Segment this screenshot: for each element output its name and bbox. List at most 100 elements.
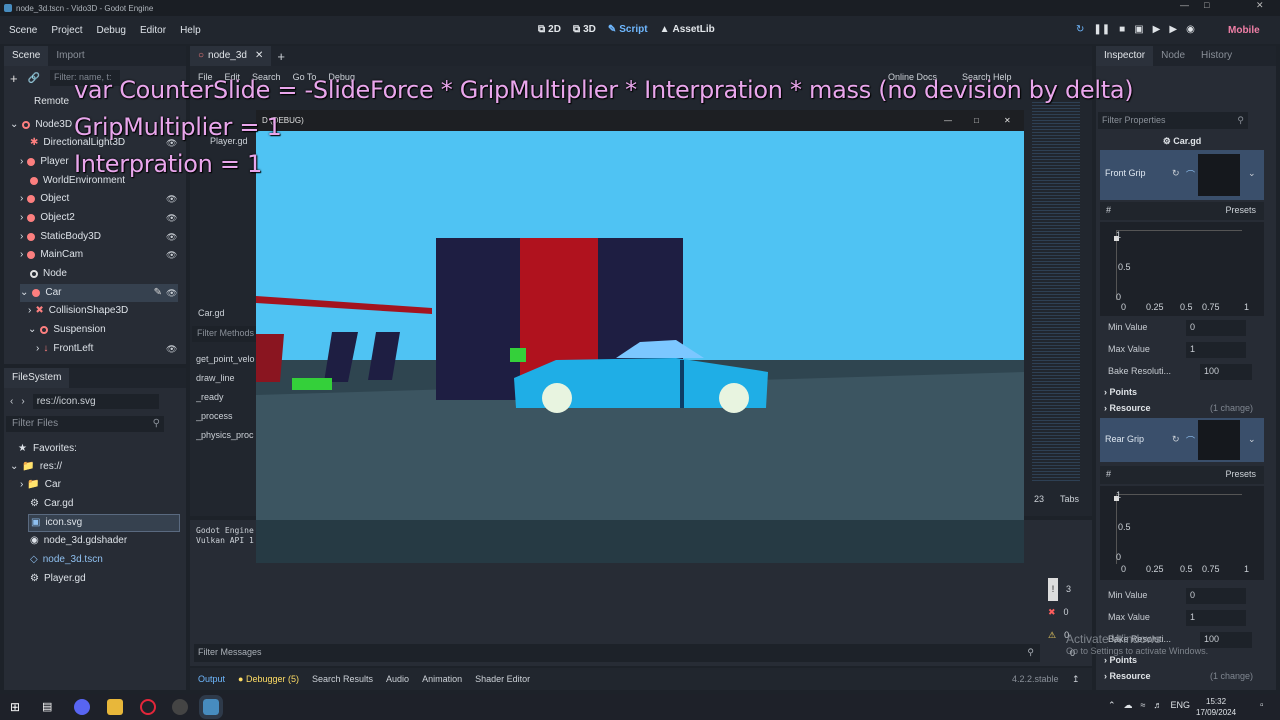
- pause-icon[interactable]: ❚❚: [1093, 24, 1110, 35]
- opera-icon[interactable]: [140, 699, 156, 715]
- pin-icon[interactable]: ↥: [1072, 674, 1080, 685]
- fs-favorites[interactable]: ★ Favorites:: [18, 440, 77, 458]
- indent-mode-label[interactable]: Tabs: [1060, 494, 1079, 504]
- bottom-tab-search-results[interactable]: Search Results: [312, 674, 373, 684]
- menu-debug[interactable]: Debug: [89, 25, 132, 36]
- filter-methods-input[interactable]: Filter Methods: [192, 326, 256, 342]
- fs-item-res[interactable]: ⌄ 📁 res://: [10, 458, 62, 476]
- menu-help[interactable]: Help: [173, 25, 208, 36]
- curve-preview[interactable]: [1198, 154, 1240, 196]
- close-window-button[interactable]: ✕: [1256, 0, 1264, 11]
- volume-icon[interactable]: ♬: [1154, 700, 1163, 711]
- max-value-field[interactable]: 1: [1186, 610, 1246, 626]
- chevron-down-icon[interactable]: ⌄: [1248, 434, 1256, 445]
- godot-icon[interactable]: [199, 695, 223, 719]
- tab-inspector[interactable]: Inspector: [1096, 46, 1154, 66]
- workspace-assetlib-button[interactable]: ▲ AssetLib: [660, 24, 715, 35]
- tree-node-suspension[interactable]: ⌄ Suspension: [28, 321, 178, 339]
- maximize-button[interactable]: □: [974, 116, 979, 125]
- menu-scene[interactable]: Scene: [2, 25, 44, 36]
- maximize-button[interactable]: □: [1204, 0, 1209, 10]
- fs-item-car-folder[interactable]: › 📁 Car: [20, 476, 61, 494]
- points-subsection[interactable]: › Points: [1104, 387, 1137, 397]
- language-indicator[interactable]: ENG: [1171, 700, 1191, 711]
- tree-node-object2[interactable]: › Object2 👁: [20, 209, 178, 227]
- curve-editor[interactable]: 1 0.5 0 0 0.25 0.5 0.75 1: [1100, 486, 1264, 580]
- workspace-3d-button[interactable]: ⧉ 3D: [573, 24, 596, 35]
- cloud-icon[interactable]: ☁: [1124, 700, 1133, 711]
- fs-item-icon-svg[interactable]: ▣ icon.svg: [28, 514, 180, 532]
- resource-subsection[interactable]: › Resource: [1104, 671, 1151, 681]
- chevron-down-icon[interactable]: ⌄: [1248, 168, 1256, 179]
- scene-tab[interactable]: ○ node_3d ✕: [190, 46, 272, 66]
- wifi-icon[interactable]: ≈: [1141, 700, 1146, 711]
- visibility-eye-icon[interactable]: 👁: [166, 340, 178, 358]
- tree-node-staticbody3d[interactable]: › StaticBody3D 👁: [20, 228, 178, 246]
- method-item[interactable]: draw_line: [196, 369, 256, 388]
- bottom-tab-output[interactable]: Output: [198, 674, 225, 684]
- message-count[interactable]: ! 3: [1048, 578, 1071, 601]
- chevron-up-icon[interactable]: ⌃: [1108, 700, 1116, 711]
- filter-properties-input[interactable]: Filter Properties ⚲: [1098, 112, 1248, 129]
- stop-icon[interactable]: ■: [1119, 24, 1125, 35]
- add-scene-tab-icon[interactable]: +: [277, 49, 285, 64]
- min-value-field[interactable]: 0: [1186, 320, 1246, 336]
- tree-node-node[interactable]: Node: [30, 265, 178, 283]
- fs-item-shader[interactable]: ◉ node_3d.gdshader: [30, 532, 127, 550]
- tab-node[interactable]: Node: [1153, 46, 1193, 66]
- visibility-eye-icon[interactable]: 👁: [166, 246, 178, 264]
- tab-history[interactable]: History: [1193, 46, 1240, 66]
- curve-editor[interactable]: 1 0.5 0 0 0.25 0.5 0.75 1: [1100, 222, 1264, 316]
- tab-import[interactable]: Import: [48, 46, 92, 66]
- close-tab-icon[interactable]: ✕: [255, 50, 263, 61]
- game-viewport[interactable]: [256, 110, 1024, 563]
- min-value-field[interactable]: 0: [1186, 588, 1246, 604]
- play-custom-icon[interactable]: ▶: [1169, 24, 1177, 35]
- grid-snap-icon[interactable]: #: [1106, 469, 1111, 479]
- reload-icon[interactable]: ↻: [1076, 24, 1084, 35]
- fs-item-player-gd[interactable]: ⚙ Player.gd: [30, 570, 86, 588]
- discord-icon[interactable]: [74, 699, 90, 715]
- remote-debug-icon[interactable]: ▣: [1134, 24, 1143, 35]
- menu-project[interactable]: Project: [44, 25, 89, 36]
- close-window-button[interactable]: ✕: [1004, 116, 1011, 125]
- recording-app-icon[interactable]: [172, 699, 188, 715]
- movie-icon[interactable]: ◉: [1186, 24, 1195, 35]
- method-item[interactable]: get_point_velo: [196, 350, 256, 369]
- rear-grip-header[interactable]: Rear Grip ↻ ⌒ ⌄: [1100, 418, 1264, 462]
- max-value-field[interactable]: 1: [1186, 342, 1246, 358]
- add-node-icon[interactable]: +: [10, 71, 18, 86]
- workspace-script-button[interactable]: ✎ Script: [608, 24, 648, 35]
- notification-icon[interactable]: ▫: [1260, 700, 1264, 711]
- fs-filter-input[interactable]: Filter Files ⚲: [6, 416, 164, 432]
- resource-subsection[interactable]: › Resource: [1104, 403, 1151, 413]
- visibility-eye-icon[interactable]: 👁: [166, 190, 178, 208]
- start-icon[interactable]: ⊞: [10, 700, 20, 714]
- minimize-button[interactable]: —: [1180, 0, 1189, 10]
- method-item[interactable]: _physics_proc: [196, 426, 256, 445]
- tree-node-frontleft[interactable]: › ↓ FrontLeft 👁: [36, 340, 178, 358]
- bottom-tab-debugger[interactable]: ● Debugger (5): [238, 674, 299, 684]
- error-count[interactable]: ✖ 0: [1048, 601, 1071, 624]
- curve-preview[interactable]: [1198, 420, 1240, 460]
- renderer-selector[interactable]: Mobile: [1228, 25, 1260, 36]
- filter-messages-input[interactable]: Filter Messages ⚲: [194, 644, 1040, 662]
- link-icon[interactable]: 🔗: [28, 73, 40, 84]
- method-item[interactable]: _ready: [196, 388, 256, 407]
- workspace-2d-button[interactable]: ⧉ 2D: [538, 24, 561, 35]
- tab-filesystem[interactable]: FileSystem: [4, 368, 70, 388]
- tab-scene[interactable]: Scene: [4, 46, 49, 66]
- fs-item-scene[interactable]: ◇ node_3d.tscn: [30, 551, 103, 569]
- points-subsection[interactable]: › Points: [1104, 655, 1137, 665]
- file-explorer-icon[interactable]: [107, 699, 123, 715]
- bottom-tab-animation[interactable]: Animation: [422, 674, 462, 684]
- fs-item-car-gd[interactable]: ⚙ Car.gd: [30, 495, 73, 513]
- tree-node-collisionshape3d[interactable]: › ✖ CollisionShape3D: [28, 302, 178, 320]
- reset-icon[interactable]: ↻: [1172, 168, 1180, 179]
- minimize-button[interactable]: —: [944, 116, 952, 125]
- grid-snap-icon[interactable]: #: [1106, 205, 1111, 215]
- visibility-eye-icon[interactable]: 👁: [166, 209, 178, 227]
- front-grip-header[interactable]: Front Grip ↻ ⌒ ⌄: [1100, 150, 1264, 200]
- bake-resolution-field[interactable]: 100: [1200, 364, 1252, 380]
- bottom-tab-shader-editor[interactable]: Shader Editor: [475, 674, 530, 684]
